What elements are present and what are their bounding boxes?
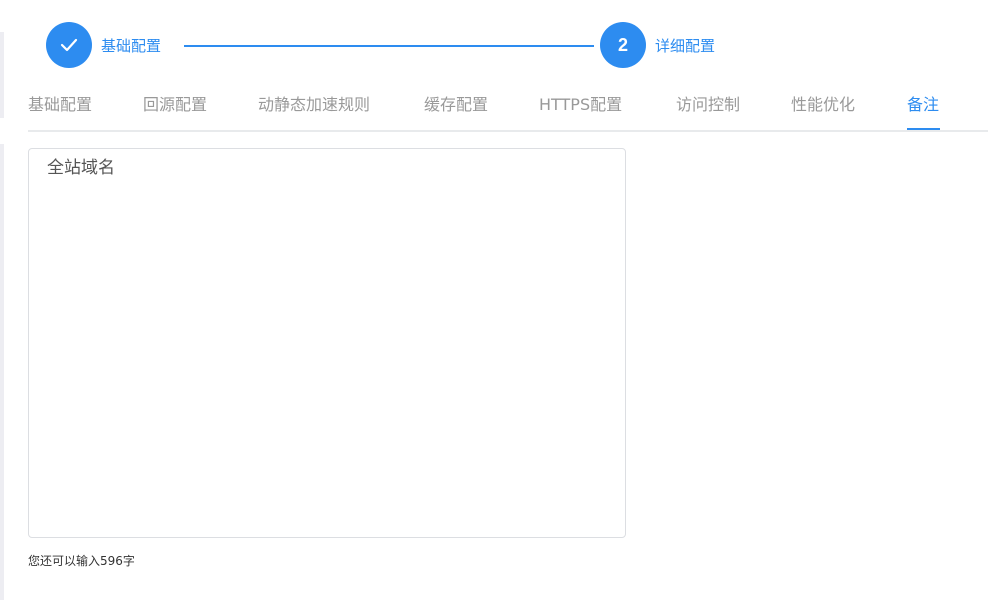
step-connector — [184, 45, 594, 47]
steps-bar: 基础配置 2 详细配置 — [0, 0, 988, 90]
char-count-hint: 您还可以输入596字 — [28, 554, 135, 568]
tab-origin-config[interactable]: 回源配置 — [143, 92, 207, 130]
active-tab-indicator — [907, 128, 940, 130]
tab-basic-config[interactable]: 基础配置 — [28, 92, 92, 130]
tab-notes[interactable]: 备注 — [907, 92, 939, 130]
tab-acceleration-rules[interactable]: 动静态加速规则 — [258, 92, 370, 130]
step-2-number: 2 — [617, 34, 628, 55]
left-edge-gap — [0, 118, 4, 144]
tab-performance[interactable]: 性能优化 — [791, 92, 855, 130]
step-2-label: 详细配置 — [655, 37, 716, 55]
tab-access-control[interactable]: 访问控制 — [676, 92, 740, 130]
notes-textarea[interactable]: 全站域名 — [28, 148, 626, 538]
check-icon — [60, 38, 78, 52]
step-2-circle: 2 — [600, 22, 646, 68]
config-tabs: 基础配置 回源配置 动静态加速规则 缓存配置 HTTPS配置 访问控制 性能优化… — [28, 92, 988, 132]
tab-https-config[interactable]: HTTPS配置 — [539, 92, 622, 130]
step-1-label: 基础配置 — [101, 37, 162, 55]
step-1-circle — [46, 22, 92, 68]
tab-cache-config[interactable]: 缓存配置 — [424, 92, 488, 130]
